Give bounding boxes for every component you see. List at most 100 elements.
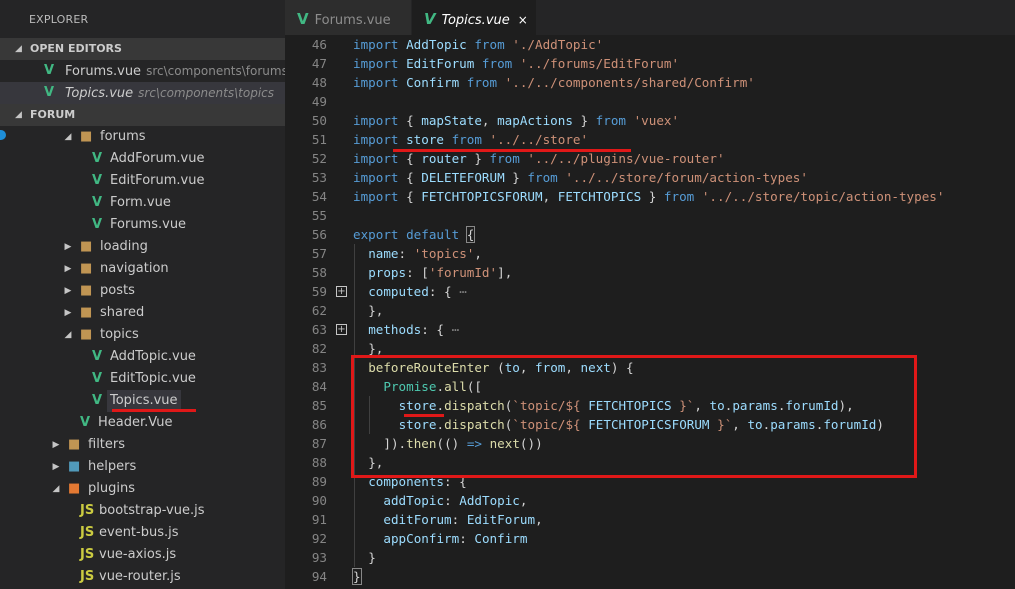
code-token: }, (368, 303, 384, 318)
open-editors-label: OPEN EDITORS (30, 42, 122, 55)
tree-item[interactable]: V Forums.vue (0, 214, 285, 236)
open-editor-item[interactable]: V Topics.vue src\components\topics (0, 82, 285, 104)
tree-item[interactable]: ▶ ■ helpers (0, 456, 285, 478)
tree-item[interactable]: ◢ ■ plugins (0, 478, 285, 500)
code-line[interactable]: 94} (285, 567, 1015, 586)
code-token: addTopic (383, 493, 445, 508)
file-tree: ◢ ■ forums V AddForum.vue V EditForum.vue V Form… (0, 126, 285, 588)
tree-item[interactable]: JS event-bus.js (0, 522, 285, 544)
code-token: : (444, 493, 460, 508)
code-line[interactable]: 50 import { mapState, mapActions } from '… (285, 111, 1015, 130)
vue-file-icon: V (424, 10, 436, 28)
code-line[interactable]: 90 addTopic: AddTopic, (285, 491, 1015, 510)
tree-item-label: AddTopic.vue (110, 349, 196, 364)
code-token: import (353, 170, 407, 185)
chevron-right-icon[interactable]: ▶ (63, 236, 73, 258)
tree-item[interactable]: ◢ ■ topics (0, 324, 285, 346)
code-token: '../../store' (489, 132, 589, 147)
code-line[interactable]: 49 (285, 92, 1015, 111)
tree-item-label: filters (88, 437, 126, 452)
tree-item[interactable]: ▶ ■ loading (0, 236, 285, 258)
chevron-right-icon[interactable]: ▶ (63, 302, 73, 324)
code-token: from (527, 170, 566, 185)
code-token: from (595, 113, 634, 128)
code-line[interactable]: 54 import { FETCHTOPICSFORUM, FETCHTOPICS… (285, 187, 1015, 206)
code-line[interactable]: 51 import store from '../../store' (285, 130, 1015, 149)
tree-item[interactable]: ▶ ■ shared (0, 302, 285, 324)
open-editor-label: Forums.vue src\components\forums (65, 60, 285, 83)
forum-project-header[interactable]: ◢ FORUM (0, 104, 285, 126)
code-token: : (398, 246, 414, 261)
indent-guide (354, 263, 355, 282)
tree-item[interactable]: JS vue-router.js (0, 566, 285, 588)
tab-topics-vue[interactable]: V Topics.vue × (412, 0, 536, 35)
code-token: import (353, 132, 407, 147)
code-line[interactable]: 48 import Confirm from '../../components/… (285, 73, 1015, 92)
code-line[interactable]: 53 import { DELETEFORUM } from '../../sto… (285, 168, 1015, 187)
line-number: 55 (311, 208, 327, 223)
tree-item[interactable]: V AddTopic.vue (0, 346, 285, 368)
code-line[interactable]: 46 import AddTopic from './AddTopic' (285, 35, 1015, 54)
code-line[interactable]: 93} (285, 548, 1015, 567)
code-token: FETCHTOPICSFORUM (421, 189, 543, 204)
chevron-down-icon[interactable]: ◢ (63, 126, 73, 148)
tree-item[interactable]: JS bootstrap-vue.js (0, 500, 285, 522)
line-number: 88 (311, 455, 327, 470)
code-token: EditForum (466, 512, 536, 527)
code-line[interactable]: 57 name: 'topics', (285, 244, 1015, 263)
line-number: 63 (311, 322, 327, 337)
code-line[interactable]: 62}, (285, 301, 1015, 320)
code-line[interactable]: 59 + computed: { ⋯ (285, 282, 1015, 301)
tree-item[interactable]: V Header.Vue (0, 412, 285, 434)
code-token: methods (368, 322, 422, 337)
chevron-down-icon[interactable]: ◢ (63, 324, 73, 346)
code-token: 'vuex' (633, 113, 680, 128)
folder-icon: ■ (80, 129, 93, 144)
code-token: : (451, 512, 467, 527)
code-token: from (663, 189, 702, 204)
open-editor-item[interactable]: V Forums.vue src\components\forums (0, 60, 285, 82)
chevron-down-icon[interactable]: ◢ (51, 478, 61, 500)
explorer-sidebar: EXPLORER ◢ OPEN EDITORS V Forums.vue src\c… (0, 0, 285, 589)
code-editor[interactable]: 46 import AddTopic from './AddTopic' 47 imp… (285, 35, 1015, 589)
code-line[interactable]: 92 appConfirm: Confirm (285, 529, 1015, 548)
code-token: : [ (406, 265, 429, 280)
tab-forums-vue[interactable]: V Forums.vue (285, 0, 411, 35)
tree-item[interactable]: V AddForum.vue (0, 148, 285, 170)
chevron-down-icon: ◢ (15, 110, 22, 120)
code-token: FETCHTOPICS (557, 189, 649, 204)
code-line[interactable]: 56 export default { (285, 225, 1015, 244)
tree-item[interactable]: ▶ ■ navigation (0, 258, 285, 280)
tree-item[interactable]: V EditForum.vue (0, 170, 285, 192)
tree-item[interactable]: V EditTopic.vue (0, 368, 285, 390)
js-file-icon: JS (80, 525, 95, 540)
code-line[interactable]: 91 editForum: EditForum, (285, 510, 1015, 529)
fold-expand-icon[interactable]: + (336, 324, 347, 335)
code-line[interactable]: 55 (285, 206, 1015, 225)
code-line[interactable]: 63 + methods: { ⋯ (285, 320, 1015, 339)
line-number: 82 (311, 341, 327, 356)
vue-file-icon: V (92, 393, 103, 408)
code-line[interactable]: 47 import EditForum from '../forums/EditF… (285, 54, 1015, 73)
indent-guide (354, 282, 355, 301)
fold-expand-icon[interactable]: + (336, 286, 347, 297)
chevron-right-icon[interactable]: ▶ (51, 434, 61, 456)
tree-item[interactable]: ▶ ■ filters (0, 434, 285, 456)
tree-item[interactable]: ◢ ■ forums (0, 126, 285, 148)
vue-file-icon: V (92, 349, 103, 364)
code-token: ⋯ (451, 322, 460, 337)
chevron-right-icon[interactable]: ▶ (63, 280, 73, 302)
code-line[interactable]: 58 props: ['forumId'], (285, 263, 1015, 282)
code-text: addTopic: AddTopic, (383, 491, 527, 510)
open-editors-header[interactable]: ◢ OPEN EDITORS (0, 38, 285, 60)
tab-label: Forums.vue (314, 13, 391, 28)
chevron-right-icon[interactable]: ▶ (51, 456, 61, 478)
tree-item[interactable]: ▶ ■ posts (0, 280, 285, 302)
chevron-right-icon[interactable]: ▶ (63, 258, 73, 280)
close-icon[interactable]: × (518, 13, 528, 27)
tree-item[interactable]: JS vue-axios.js (0, 544, 285, 566)
code-text: methods: { ⋯ (368, 320, 459, 339)
indent-guide (354, 244, 355, 263)
code-token: { (406, 113, 422, 128)
tree-item[interactable]: V Form.vue (0, 192, 285, 214)
